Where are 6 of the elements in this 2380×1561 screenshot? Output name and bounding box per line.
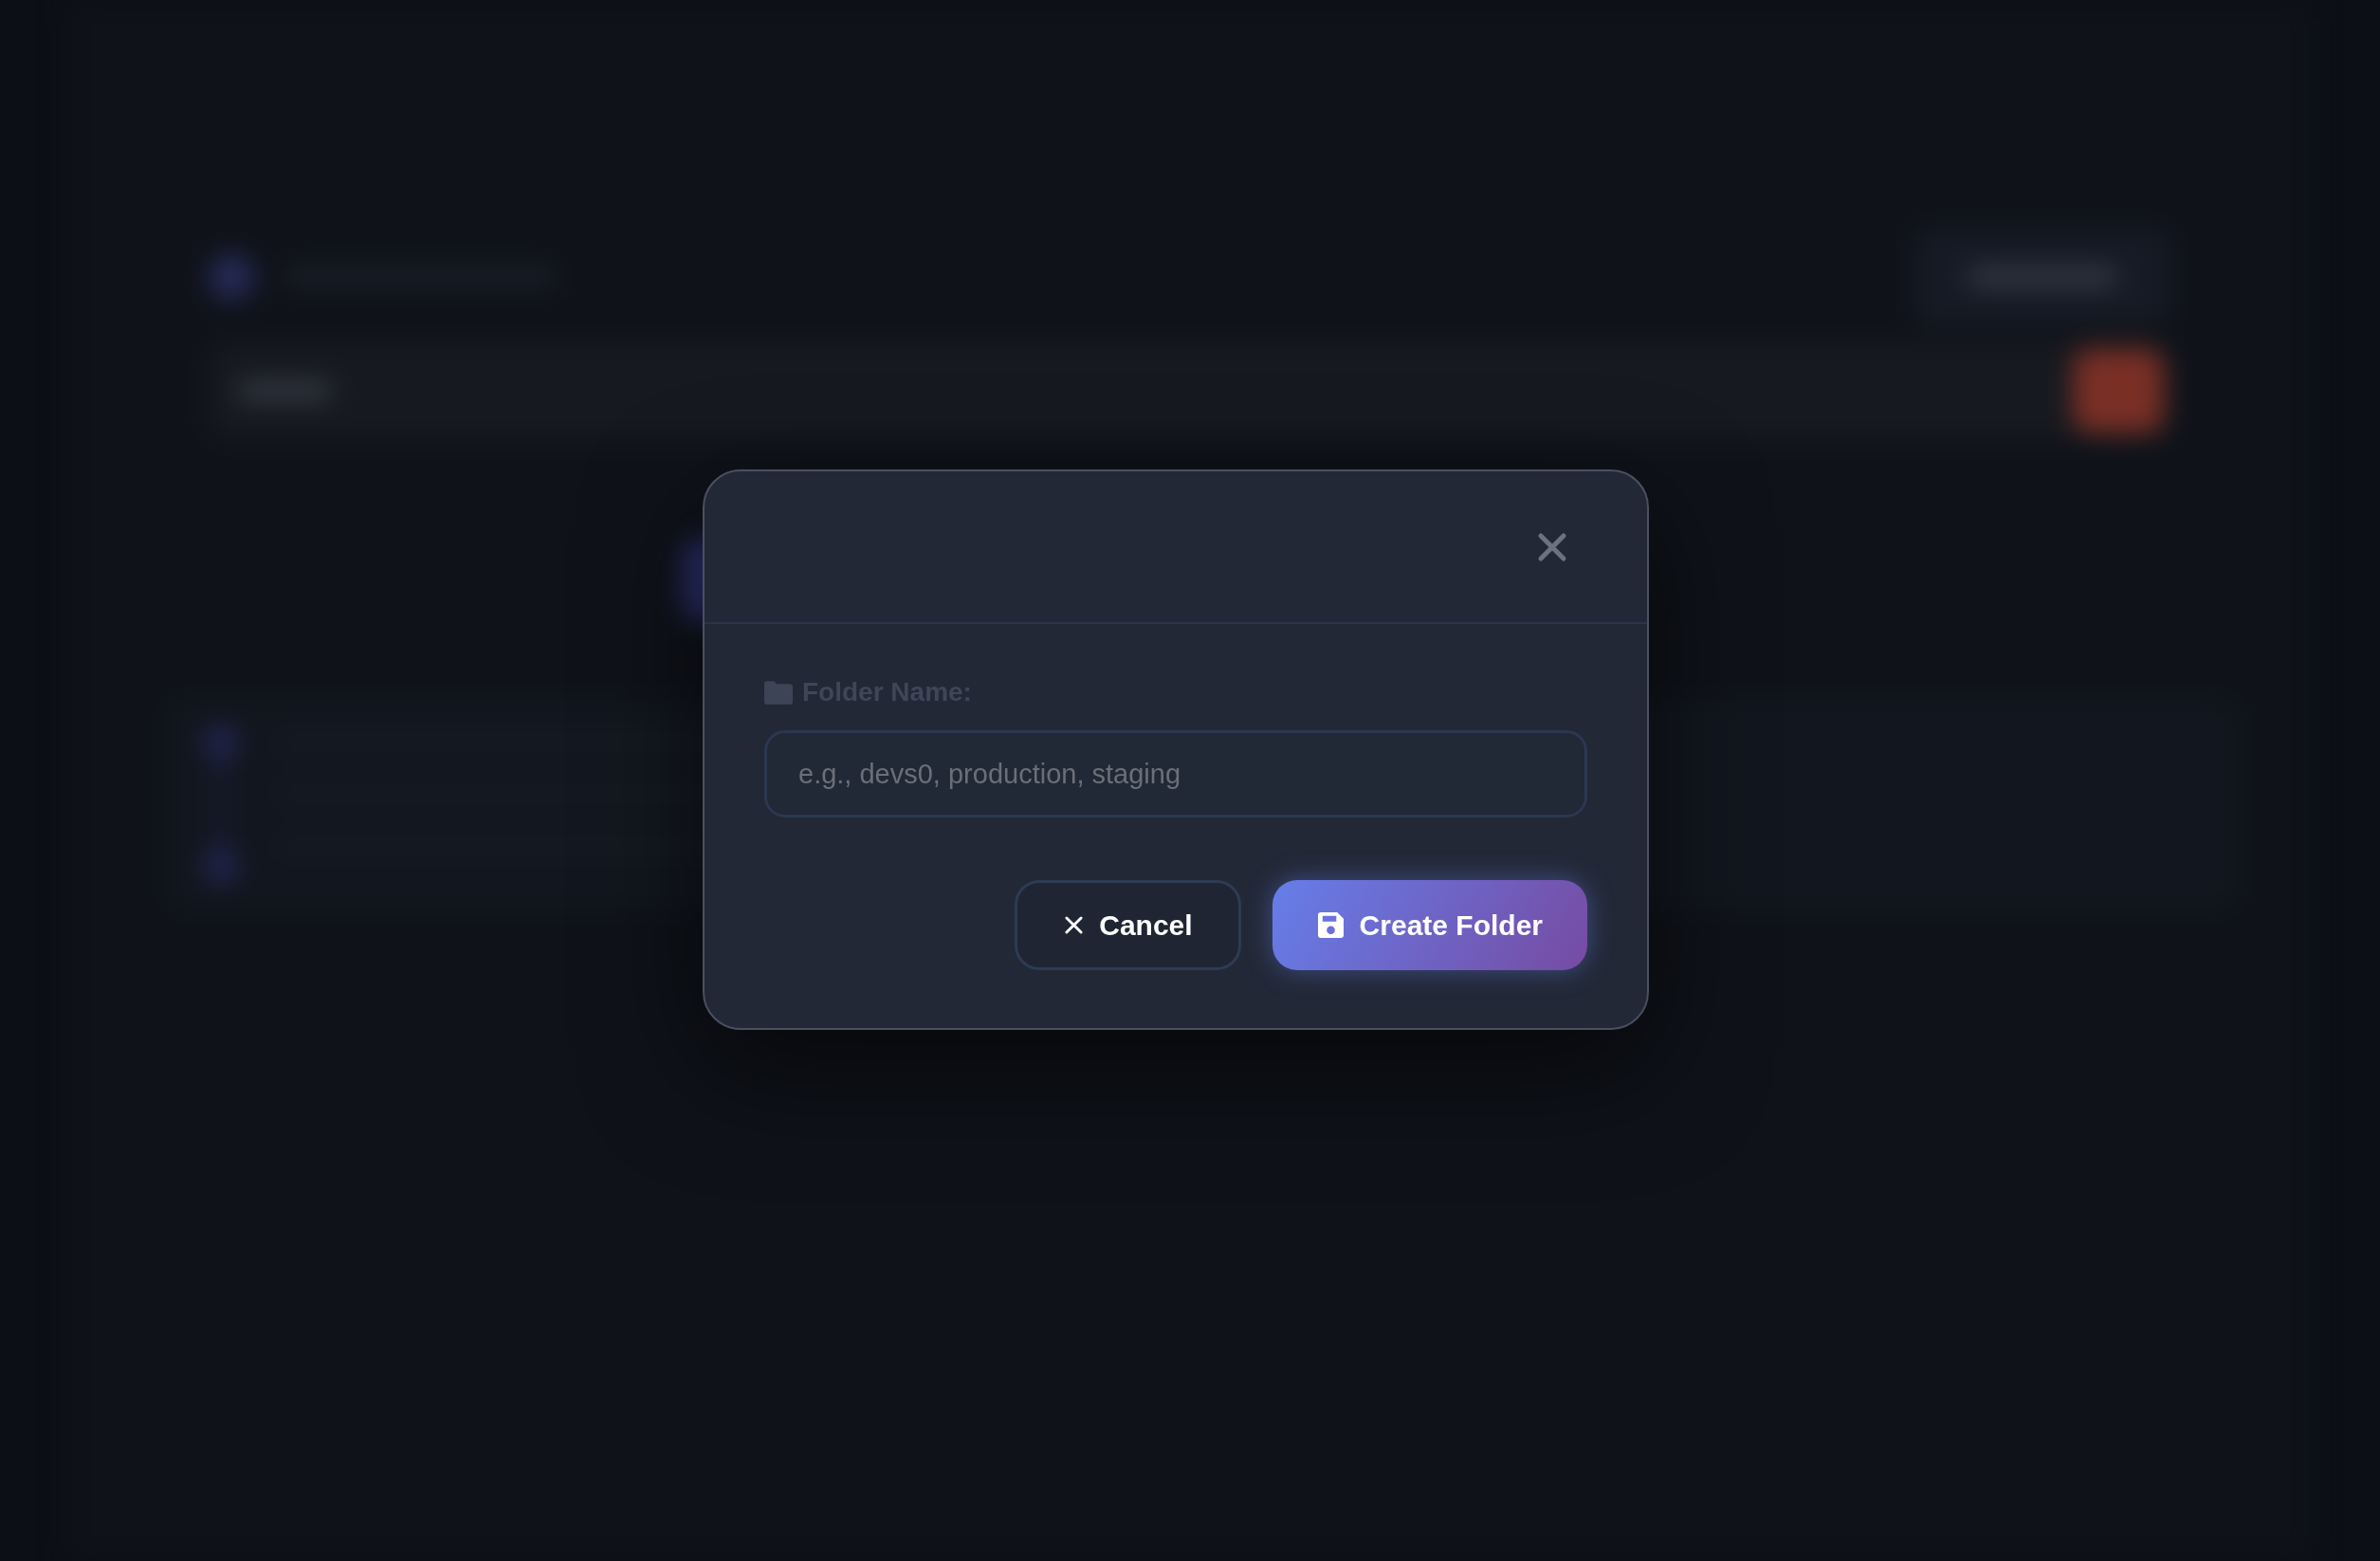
close-icon [1065, 916, 1084, 934]
text-input-field[interactable]: e.g., devs0, production, staging [764, 730, 1587, 817]
close-icon [1537, 531, 1567, 562]
cancel-button[interactable]: Cancel [1015, 880, 1241, 970]
create-folder-button[interactable]: Create Folder [1272, 880, 1587, 970]
folder-icon [764, 680, 793, 705]
